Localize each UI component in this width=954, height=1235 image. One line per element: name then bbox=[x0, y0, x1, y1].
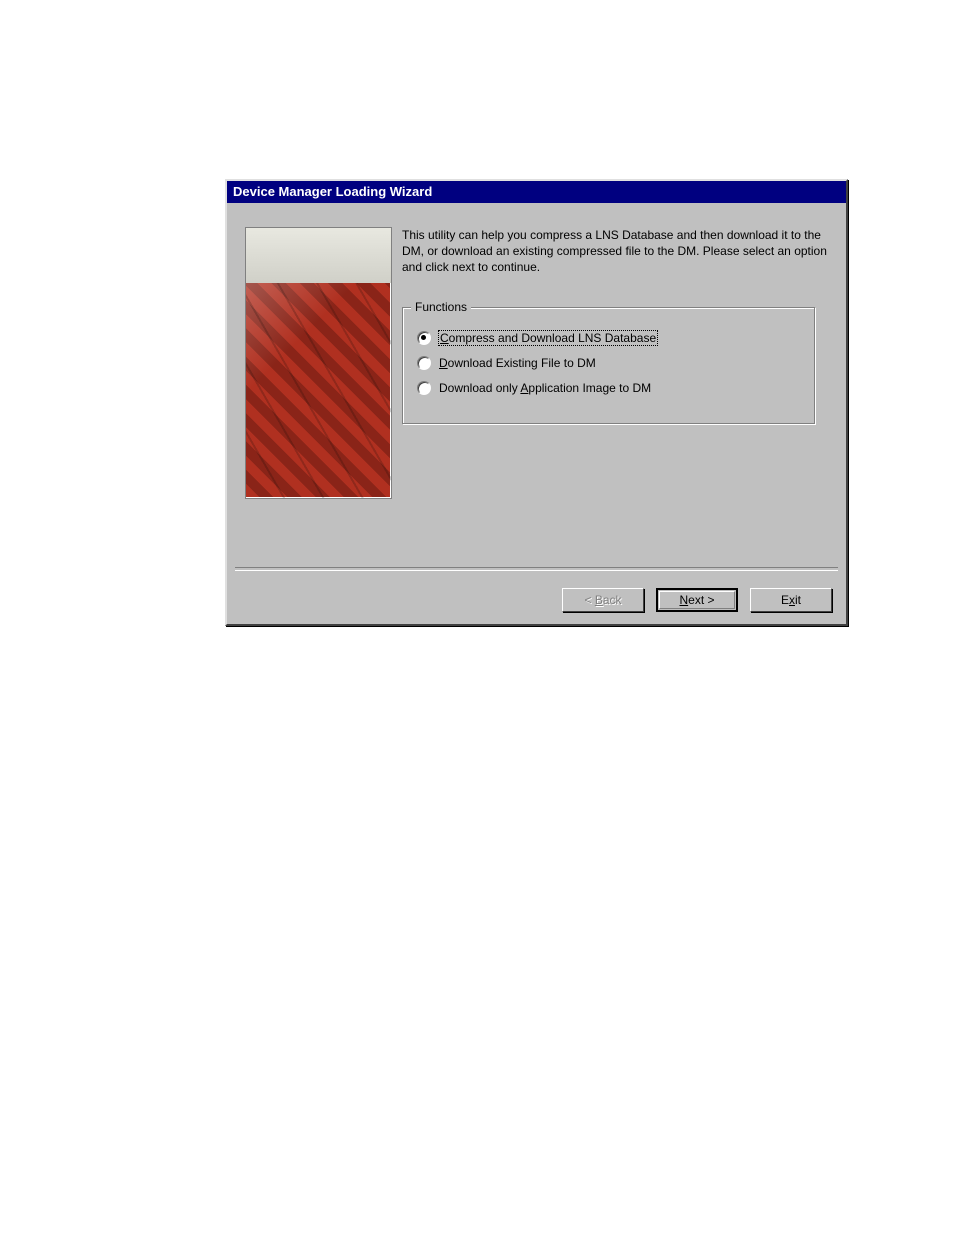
exit-button[interactable]: Exit bbox=[750, 588, 832, 612]
radio-option-download-appimage[interactable]: Download only Application Image to DM bbox=[417, 377, 801, 399]
wizard-buttons: < Back Next > Exit bbox=[562, 588, 832, 612]
wizard-description: This utility can help you compress a LNS… bbox=[402, 227, 828, 275]
radio-button-icon bbox=[417, 331, 431, 345]
next-button[interactable]: Next > bbox=[656, 588, 738, 612]
radio-option-download-existing[interactable]: Download Existing File to DM bbox=[417, 352, 801, 374]
wizard-side-image bbox=[245, 227, 392, 499]
radio-button-icon bbox=[417, 356, 431, 370]
functions-groupbox: Functions Compress and Download LNS Data… bbox=[402, 307, 816, 425]
button-label: Exit bbox=[781, 593, 801, 607]
separator bbox=[235, 567, 838, 571]
radio-option-compress-download[interactable]: Compress and Download LNS Database bbox=[417, 327, 801, 349]
radio-button-icon bbox=[417, 381, 431, 395]
radio-label: Compress and Download LNS Database bbox=[439, 331, 657, 345]
window-title: Device Manager Loading Wizard bbox=[227, 181, 846, 203]
radio-label: Download Existing File to DM bbox=[439, 356, 596, 370]
radio-label: Download only Application Image to DM bbox=[439, 381, 651, 395]
button-label: Next > bbox=[679, 593, 714, 607]
button-label: < Back bbox=[584, 593, 621, 607]
wizard-window: Device Manager Loading Wizard This utili… bbox=[225, 179, 848, 626]
functions-legend: Functions bbox=[411, 300, 471, 314]
back-button: < Back bbox=[562, 588, 644, 612]
wizard-body: This utility can help you compress a LNS… bbox=[227, 203, 846, 581]
